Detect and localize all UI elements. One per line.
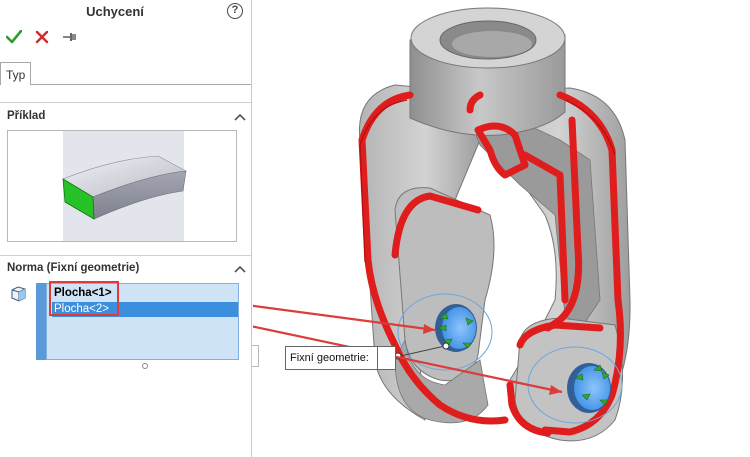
cancel-x-icon[interactable] (33, 28, 51, 46)
group-divider (0, 255, 251, 256)
property-manager-panel: Uchycení ? Typ Příklad Norma (Fixní geom… (0, 0, 252, 457)
example-group-header[interactable]: Příklad (7, 110, 45, 122)
callout-label: Fixní geometrie: (286, 347, 378, 369)
highlight-box (49, 281, 119, 316)
group-divider (0, 102, 251, 103)
chevron-up-icon[interactable] (234, 111, 246, 121)
example-preview (7, 130, 237, 242)
chevron-up-icon[interactable] (234, 263, 246, 273)
tab-underline (31, 84, 251, 85)
resize-handle[interactable] (142, 363, 148, 369)
clevis-part[interactable] (358, 7, 631, 442)
selection-list-accent (36, 283, 46, 360)
face-selection-icon (10, 285, 27, 302)
panel-title: Uchycení (86, 4, 144, 19)
graphics-viewport[interactable] (253, 0, 750, 457)
tab-typ[interactable]: Typ (0, 62, 31, 85)
action-bar (5, 28, 79, 46)
pin-icon[interactable] (61, 28, 79, 46)
fixed-geometry-callout[interactable]: Fixní geometrie: (285, 346, 396, 370)
curved-block-illustration (62, 155, 188, 220)
help-icon[interactable]: ? (227, 3, 243, 19)
norm-group-header[interactable]: Norma (Fixní geometrie) (7, 262, 139, 274)
confirm-check-icon[interactable] (5, 28, 23, 46)
